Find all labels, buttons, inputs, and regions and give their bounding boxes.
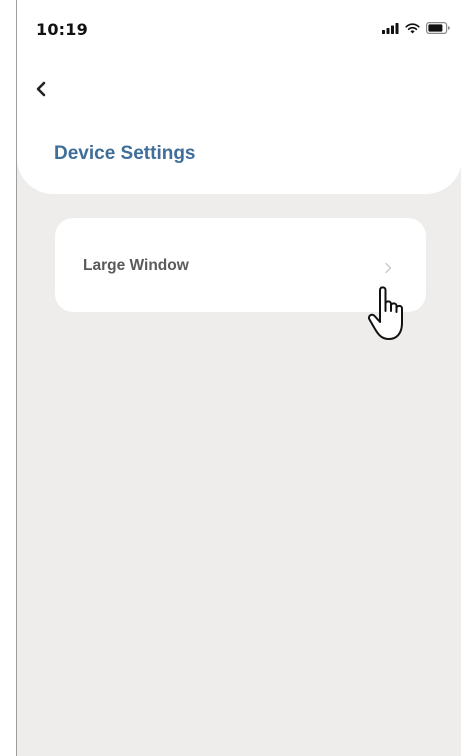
battery-icon: [426, 22, 450, 34]
setting-item-large-window[interactable]: Large Window: [55, 218, 426, 312]
page-title: Device Settings: [54, 143, 196, 164]
back-button[interactable]: [35, 76, 65, 106]
wifi-icon: [405, 22, 420, 34]
header-panel: 10:19 Device Settings: [17, 0, 461, 194]
chevron-right-icon: [384, 259, 392, 278]
status-time: 10:19: [36, 20, 88, 39]
cellular-signal-icon: [382, 22, 399, 34]
phone-screen: 10:19 Device Settings Large Window: [16, 0, 461, 756]
status-icons: [382, 22, 450, 34]
chevron-left-icon: [35, 81, 47, 101]
setting-item-label: Large Window: [83, 257, 189, 274]
